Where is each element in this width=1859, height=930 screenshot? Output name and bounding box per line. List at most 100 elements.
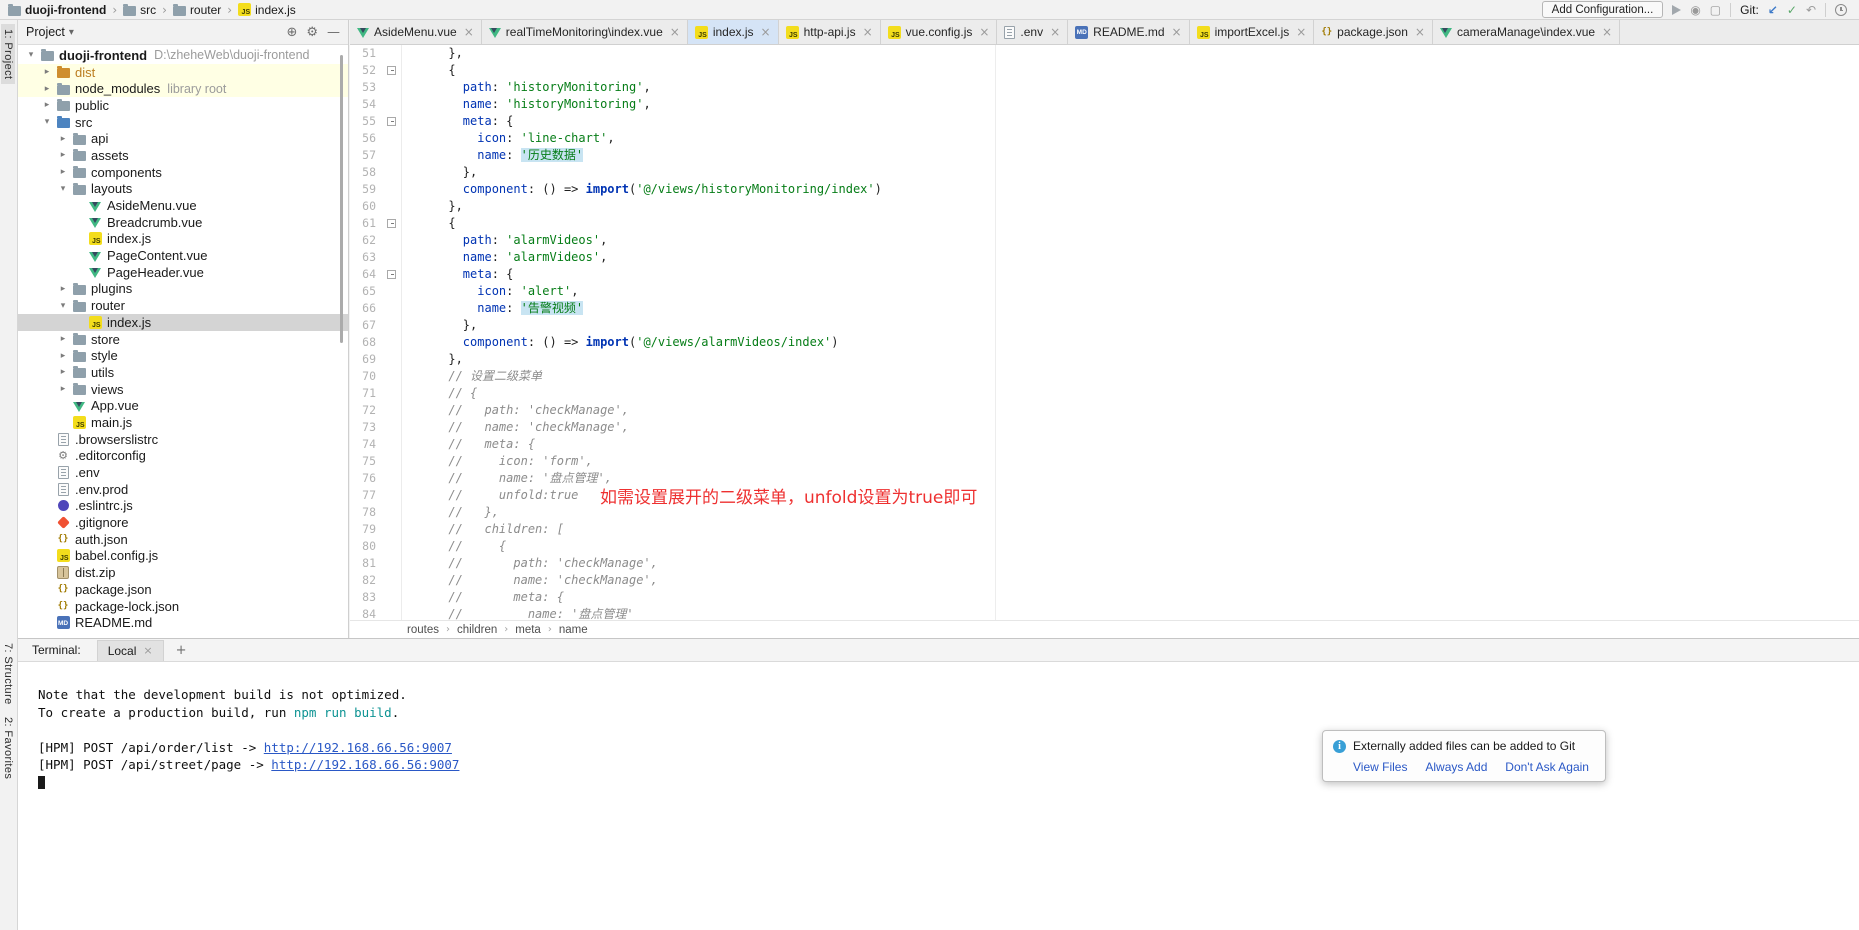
editor-tab[interactable]: importExcel.js×: [1190, 20, 1315, 44]
editor-line[interactable]: 77 // unfold:true: [350, 487, 1859, 504]
tree-item[interactable]: main.js: [18, 414, 348, 431]
line-number[interactable]: 83: [350, 589, 382, 606]
editor-tab[interactable]: realTimeMonitoring\index.vue×: [482, 20, 688, 44]
close-tab-icon[interactable]: ×: [1172, 25, 1182, 39]
chevron-collapsed-icon[interactable]: ▸: [40, 67, 54, 77]
chevron-collapsed-icon[interactable]: ▸: [40, 84, 54, 94]
breadcrumb-item[interactable]: router: [173, 3, 221, 17]
tree-item[interactable]: ▾duoji-frontendD:\zheheWeb\duoji-fronten…: [18, 47, 348, 64]
tree-item[interactable]: App.vue: [18, 397, 348, 414]
line-number[interactable]: 79: [350, 521, 382, 538]
line-number[interactable]: 77: [350, 487, 382, 504]
tree-item[interactable]: {}package-lock.json: [18, 598, 348, 615]
tree-item[interactable]: Breadcrumb.vue: [18, 214, 348, 231]
fold-marker[interactable]: [382, 266, 402, 283]
tree-item[interactable]: .gitignore: [18, 514, 348, 531]
close-tab-icon[interactable]: ×: [1415, 25, 1425, 39]
line-number[interactable]: 62: [350, 232, 382, 249]
editor-line[interactable]: 83 // meta: {: [350, 589, 1859, 606]
tree-item[interactable]: .browserslistrc: [18, 431, 348, 448]
gear-icon[interactable]: ⚙: [306, 25, 318, 40]
tree-item[interactable]: ▸plugins: [18, 281, 348, 298]
chevron-collapsed-icon[interactable]: ▸: [40, 100, 54, 110]
history-icon[interactable]: [1835, 4, 1847, 16]
editor-line[interactable]: 72 // path: 'checkManage',: [350, 402, 1859, 419]
tree-item[interactable]: {}package.json: [18, 581, 348, 598]
tree-item[interactable]: ▸components: [18, 164, 348, 181]
tree-item[interactable]: ▸views: [18, 381, 348, 398]
terminal-link[interactable]: http://192.168.66.56:9007: [264, 740, 452, 755]
tree-item[interactable]: ▾layouts: [18, 181, 348, 198]
editor-tab[interactable]: http-api.js×: [779, 20, 881, 44]
breadcrumb-item[interactable]: index.js: [238, 3, 296, 17]
tree-item[interactable]: .env: [18, 464, 348, 481]
code-breadcrumb-item[interactable]: children: [457, 624, 497, 636]
editor-line[interactable]: 66 name: '告警视频': [350, 300, 1859, 317]
line-number[interactable]: 60: [350, 198, 382, 215]
chevron-down-icon[interactable]: ▾: [69, 27, 74, 38]
close-tab-icon[interactable]: ×: [670, 25, 680, 39]
editor-line[interactable]: 56 icon: 'line-chart',: [350, 130, 1859, 147]
line-number[interactable]: 81: [350, 555, 382, 572]
tree-item[interactable]: ▸utils: [18, 364, 348, 381]
fold-marker[interactable]: [382, 62, 402, 79]
editor-line[interactable]: 75 // icon: 'form',: [350, 453, 1859, 470]
line-number[interactable]: 57: [350, 147, 382, 164]
tree-item[interactable]: PageContent.vue: [18, 247, 348, 264]
editor-line[interactable]: 58 },: [350, 164, 1859, 181]
git-commit-icon[interactable]: ✓: [1787, 3, 1797, 17]
git-update-icon[interactable]: ↙: [1768, 3, 1778, 17]
editor-line[interactable]: 84 // name: '盘点管理': [350, 606, 1859, 620]
line-number[interactable]: 76: [350, 470, 382, 487]
editor-line[interactable]: 61 {: [350, 215, 1859, 232]
code-breadcrumb-item[interactable]: name: [559, 624, 588, 636]
editor-line[interactable]: 57 name: '历史数据': [350, 147, 1859, 164]
editor-line[interactable]: 71 // {: [350, 385, 1859, 402]
line-number[interactable]: 63: [350, 249, 382, 266]
line-number[interactable]: 59: [350, 181, 382, 198]
tree-item[interactable]: ▸dist: [18, 64, 348, 81]
editor-line[interactable]: 62 path: 'alarmVideos',: [350, 232, 1859, 249]
tree-item[interactable]: index.js: [18, 231, 348, 248]
line-number[interactable]: 75: [350, 453, 382, 470]
notification-action-link[interactable]: Don't Ask Again: [1505, 760, 1589, 774]
editor-tab[interactable]: .env×: [997, 20, 1068, 44]
tree-item[interactable]: ▸api: [18, 130, 348, 147]
line-number[interactable]: 70: [350, 368, 382, 385]
terminal-tab-local[interactable]: Local ×: [97, 640, 164, 661]
editor-line[interactable]: 69 },: [350, 351, 1859, 368]
tree-item[interactable]: ▾router: [18, 297, 348, 314]
editor-line[interactable]: 63 name: 'alarmVideos',: [350, 249, 1859, 266]
editor-line[interactable]: 67 },: [350, 317, 1859, 334]
tree-item[interactable]: PageHeader.vue: [18, 264, 348, 281]
tree-item[interactable]: ⚙.editorconfig: [18, 448, 348, 465]
close-tab-icon[interactable]: ×: [761, 25, 771, 39]
editor-body[interactable]: 51 },52 {53 path: 'historyMonitoring',54…: [350, 45, 1859, 620]
line-number[interactable]: 74: [350, 436, 382, 453]
editor-tab[interactable]: index.js×: [688, 20, 779, 44]
editor-tab[interactable]: README.md×: [1068, 20, 1189, 44]
close-tab-icon[interactable]: ×: [1296, 25, 1306, 39]
toolwindow-favorites-button[interactable]: 2: Favorites: [1, 712, 15, 784]
chevron-collapsed-icon[interactable]: ▸: [56, 367, 70, 377]
editor-line[interactable]: 59 component: () => import('@/views/hist…: [350, 181, 1859, 198]
git-revert-icon[interactable]: ↶: [1806, 3, 1816, 17]
add-configuration-button[interactable]: Add Configuration...: [1542, 1, 1664, 18]
editor-line[interactable]: 64 meta: {: [350, 266, 1859, 283]
line-number[interactable]: 66: [350, 300, 382, 317]
code-breadcrumb-item[interactable]: meta: [515, 624, 541, 636]
editor-line[interactable]: 78 // },: [350, 504, 1859, 521]
line-number[interactable]: 80: [350, 538, 382, 555]
close-tab-icon[interactable]: ×: [1050, 25, 1060, 39]
debug-icon[interactable]: ◉: [1690, 3, 1700, 17]
fold-marker[interactable]: [382, 113, 402, 130]
editor-line[interactable]: 53 path: 'historyMonitoring',: [350, 79, 1859, 96]
editor-line[interactable]: 55 meta: {: [350, 113, 1859, 130]
editor-line[interactable]: 82 // name: 'checkManage',: [350, 572, 1859, 589]
line-number[interactable]: 67: [350, 317, 382, 334]
chevron-collapsed-icon[interactable]: ▸: [56, 134, 70, 144]
line-number[interactable]: 52: [350, 62, 382, 79]
tree-item[interactable]: babel.config.js: [18, 548, 348, 565]
editor-tab[interactable]: {}package.json×: [1314, 20, 1433, 44]
chevron-expanded-icon[interactable]: ▾: [56, 301, 70, 311]
